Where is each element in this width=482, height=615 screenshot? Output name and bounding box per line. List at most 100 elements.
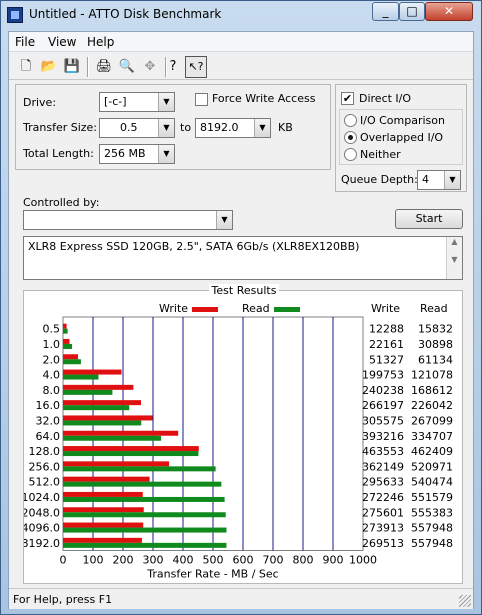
chevron-down-icon[interactable]: ▼ (444, 171, 460, 189)
neither-label: Neither (360, 148, 401, 161)
description-field[interactable]: XLR8 Express SSD 120GB, 2.5", SATA 6Gb/s… (23, 236, 463, 280)
controlled-by-select[interactable]: ▼ (23, 210, 233, 230)
read-bar (63, 451, 199, 457)
write-value: 22161 (369, 338, 404, 351)
overlapped-io-label: Overlapped I/O (360, 131, 444, 144)
chevron-down-icon[interactable]: ▼ (216, 211, 232, 229)
y-tick-label: 2048.0 (24, 506, 60, 519)
x-tick-label: 700 (263, 554, 284, 567)
transfer-from-select[interactable]: 0.5 ▼ (99, 118, 175, 138)
chevron-down-icon[interactable]: ▼ (158, 119, 174, 137)
y-tick-label: 4.0 (43, 369, 61, 382)
print-icon[interactable]: 🖨 (93, 56, 115, 78)
x-axis-label: Transfer Rate - MB / Sec (146, 568, 278, 581)
read-bar (63, 343, 73, 349)
write-value: 12288 (369, 323, 404, 336)
read-value: 462409 (411, 445, 453, 458)
app-window: Untitled - ATTO Disk Benchmark _ □ ✕ Fil… (0, 0, 482, 615)
chevron-down-icon[interactable]: ▼ (158, 93, 174, 111)
menu-file[interactable]: File (15, 35, 35, 49)
y-tick-label: 4096.0 (24, 522, 60, 535)
neither-radio[interactable] (344, 148, 357, 161)
about-icon[interactable]: ? (162, 56, 184, 78)
close-button[interactable]: ✕ (425, 2, 473, 21)
write-bar (63, 446, 199, 452)
queue-depth-label: Queue Depth: (341, 173, 418, 186)
read-value: 267099 (411, 414, 453, 427)
save-icon[interactable]: 💾 (61, 56, 83, 78)
x-tick-label: 200 (113, 554, 134, 567)
write-bar (63, 537, 142, 543)
transfer-size-label: Transfer Size: (23, 121, 98, 134)
read-bar (63, 405, 130, 411)
minimize-button[interactable]: _ (372, 2, 399, 21)
force-write-label: Force Write Access (212, 92, 316, 105)
write-value: 362149 (362, 460, 404, 473)
move-icon[interactable]: ✥ (139, 56, 161, 78)
read-value: 557948 (411, 537, 453, 550)
y-tick-label: 1.0 (43, 338, 61, 351)
new-icon[interactable]: 🗋 (15, 56, 37, 78)
read-bar (63, 328, 68, 334)
write-bar (63, 491, 143, 497)
write-value: 295633 (362, 476, 404, 489)
to-label: to (180, 121, 192, 134)
write-value: 51327 (369, 353, 404, 366)
transfer-to-select[interactable]: 8192.0 ▼ (195, 118, 271, 138)
read-value: 557948 (411, 522, 453, 535)
write-bar (63, 415, 153, 421)
queue-depth-select[interactable]: 4 ▼ (417, 170, 461, 190)
title-bar[interactable]: Untitled - ATTO Disk Benchmark _ □ ✕ (1, 1, 481, 29)
read-value: 15832 (418, 323, 453, 336)
context-help-icon[interactable]: ↖? (185, 56, 207, 78)
overlapped-io-radio[interactable] (344, 131, 357, 144)
read-bar (63, 481, 222, 487)
y-tick-label: 32.0 (36, 414, 61, 427)
write-value: 463553 (362, 445, 404, 458)
menu-help[interactable]: Help (87, 35, 114, 49)
write-bar (63, 384, 134, 390)
chevron-down-icon[interactable]: ▼ (158, 145, 174, 163)
read-value: 226042 (411, 399, 453, 412)
y-tick-label: 8.0 (43, 384, 61, 397)
write-bar (63, 323, 67, 329)
status-bar: For Help, press F1 (9, 588, 473, 609)
io-comparison-radio[interactable] (344, 114, 357, 127)
y-tick-label: 0.5 (43, 323, 61, 336)
maximize-button[interactable]: □ (399, 2, 425, 21)
open-icon[interactable]: 📂 (38, 56, 60, 78)
read-bar (63, 359, 81, 365)
force-write-checkbox[interactable] (195, 93, 208, 106)
print-preview-icon[interactable]: 🔍 (116, 56, 138, 78)
direct-io-checkbox[interactable]: ✔ (341, 92, 354, 105)
write-bar (63, 338, 70, 344)
app-icon[interactable] (7, 7, 23, 23)
chevron-down-icon[interactable]: ▼ (254, 119, 270, 137)
read-bar (63, 374, 99, 380)
write-bar (63, 476, 150, 482)
read-value: 121078 (411, 369, 453, 382)
start-button[interactable]: Start (395, 209, 463, 229)
write-value: 199753 (362, 369, 404, 382)
write-bar (63, 369, 122, 375)
drive-select[interactable]: [-c-] ▼ (99, 92, 175, 112)
transfer-from-value: 0.5 (120, 121, 138, 134)
client-area: File View Help 🗋 📂 💾 🖨 🔍 ✥ ? ↖? Drive: [… (8, 31, 474, 609)
total-length-label: Total Length: (23, 147, 94, 160)
menu-view[interactable]: View (48, 35, 76, 49)
io-comparison-label: I/O Comparison (360, 114, 445, 127)
write-value: 266197 (362, 399, 404, 412)
write-bar (63, 430, 179, 436)
y-tick-label: 128.0 (29, 445, 61, 458)
description-scrollbar[interactable]: ▲ ▼ (446, 237, 462, 279)
write-value: 273913 (362, 522, 404, 535)
x-tick-label: 100 (83, 554, 104, 567)
x-tick-label: 400 (173, 554, 194, 567)
queue-depth-value: 4 (422, 173, 429, 186)
toolbar-separator (87, 57, 89, 77)
read-bar (63, 420, 142, 426)
resize-grip-icon[interactable] (459, 595, 471, 607)
total-length-select[interactable]: 256 MB ▼ (99, 144, 175, 164)
y-tick-label: 16.0 (36, 399, 61, 412)
write-bar (63, 400, 141, 406)
